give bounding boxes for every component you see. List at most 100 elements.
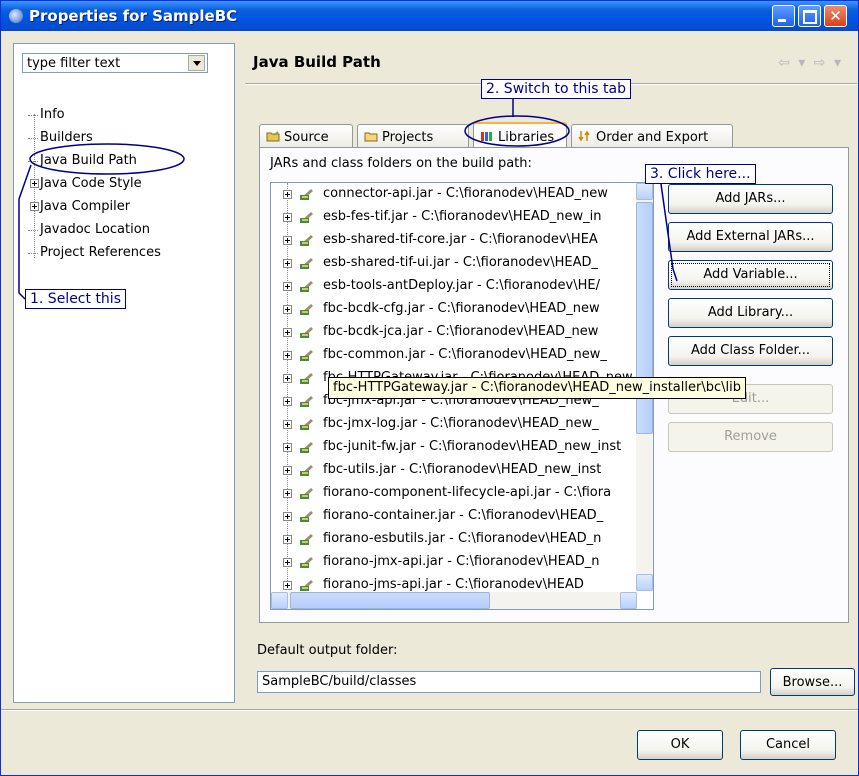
expand-icon[interactable]	[283, 397, 292, 406]
add-jars-button[interactable]: Add JARs...	[668, 184, 833, 214]
close-button[interactable]: ✕	[824, 5, 847, 27]
tab-order-and-export[interactable]: Order and Export	[571, 124, 733, 148]
add-library-button[interactable]: Add Library...	[668, 298, 833, 328]
jar-row[interactable]: connector-api.jar - C:\fioranodev\HEAD_n…	[271, 183, 641, 206]
expand-icon[interactable]	[283, 213, 292, 222]
jar-icon	[300, 442, 313, 453]
expand-icon[interactable]	[283, 443, 292, 452]
jar-icon	[300, 235, 313, 246]
property-page-tree: type filter text Info Builders Java Buil…	[13, 43, 235, 703]
output-folder-field[interactable]: SampleBC/build/classes	[257, 671, 761, 693]
jar-label: fiorano-component-lifecycle-api.jar - C:…	[323, 485, 612, 500]
jar-row[interactable]: fiorano-container.jar - C:\fioranodev\HE…	[271, 505, 641, 528]
jar-path-tooltip: fbc-HTTPGateway.jar - C:\fioranodev\HEAD…	[328, 377, 746, 399]
property-page: Java Build Path ⇦ ▾ ⇨ ▾ Source Projects …	[245, 43, 857, 703]
minimize-button[interactable]	[772, 5, 795, 27]
filter-input[interactable]: type filter text	[27, 56, 120, 71]
jar-row[interactable]: esb-shared-tif-ui.jar - C:\fioranodev\HE…	[271, 252, 641, 275]
jar-label: fbc-jmx-log.jar - C:\fioranodev\HEAD_new…	[323, 416, 599, 431]
expand-icon[interactable]	[283, 374, 292, 383]
expand-icon[interactable]	[283, 489, 292, 498]
jar-label: fbc-utils.jar - C:\fioranodev\HEAD_new_i…	[323, 462, 602, 477]
dropdown-arrow-icon[interactable]	[188, 55, 205, 71]
jar-icon	[300, 419, 313, 430]
jar-label: fiorano-container.jar - C:\fioranodev\HE…	[323, 508, 604, 523]
expand-icon[interactable]	[283, 236, 292, 245]
jar-row[interactable]: fbc-junit-fw.jar - C:\fioranodev\HEAD_ne…	[271, 436, 641, 459]
jar-label: esb-fes-tif.jar - C:\fioranodev\HEAD_new…	[323, 209, 602, 224]
hscroll-thumb[interactable]	[290, 592, 490, 609]
expand-icon[interactable]	[283, 558, 292, 567]
tab-source[interactable]: Source	[259, 124, 353, 148]
maximize-button[interactable]	[798, 5, 821, 27]
jar-row[interactable]: fiorano-jmx-api.jar - C:\fioranodev\HEAD…	[271, 551, 641, 574]
add-external-jars-button[interactable]: Add External JARs...	[668, 222, 833, 252]
horizontal-scrollbar[interactable]	[271, 592, 637, 609]
expand-icon[interactable]	[283, 466, 292, 475]
jar-row[interactable]: esb-tools-antDeploy.jar - C:\fioranodev\…	[271, 275, 641, 298]
jar-row[interactable]: fbc-common.jar - C:\fioranodev\HEAD_new_	[271, 344, 641, 367]
jar-icon	[300, 189, 313, 200]
nav-arrows-icon[interactable]: ⇦ ▾ ⇨ ▾	[778, 55, 843, 71]
expand-icon[interactable]	[283, 259, 292, 268]
jar-label: esb-shared-tif-ui.jar - C:\fioranodev\HE…	[323, 255, 599, 270]
remove-button[interactable]: Remove	[668, 422, 833, 452]
source-folder-icon	[266, 131, 280, 142]
jar-row[interactable]: fiorano-esbutils.jar - C:\fioranodev\HEA…	[271, 528, 641, 551]
expand-icon[interactable]	[30, 202, 39, 211]
jar-icon	[300, 350, 313, 361]
expand-icon[interactable]	[283, 328, 292, 337]
libraries-label: JARs and class folders on the build path…	[270, 156, 532, 171]
jar-icon	[300, 327, 313, 338]
jar-icon	[300, 557, 313, 568]
projects-icon	[364, 132, 378, 142]
browse-button[interactable]: Browse...	[770, 668, 855, 696]
jar-row[interactable]: esb-fes-tif.jar - C:\fioranodev\HEAD_new…	[271, 206, 641, 229]
order-export-icon	[578, 130, 590, 142]
jar-label: connector-api.jar - C:\fioranodev\HEAD_n…	[323, 186, 608, 201]
expand-icon[interactable]	[283, 512, 292, 521]
scroll-down-icon[interactable]	[636, 574, 653, 591]
title-bar[interactable]: Properties for SampleBC ✕	[1, 1, 858, 31]
jar-icon	[300, 373, 313, 384]
libraries-icon	[481, 132, 492, 141]
jar-icon	[300, 281, 313, 292]
jar-row[interactable]: fbc-utils.jar - C:\fioranodev\HEAD_new_i…	[271, 459, 641, 482]
expand-icon[interactable]	[283, 535, 292, 544]
scroll-thumb[interactable]	[636, 202, 653, 434]
scroll-right-icon[interactable]	[620, 592, 637, 609]
jar-label: fiorano-esbutils.jar - C:\fioranodev\HEA…	[323, 531, 602, 546]
tab-projects[interactable]: Projects	[357, 124, 469, 148]
filter-combo[interactable]: type filter text	[22, 53, 208, 73]
expand-icon[interactable]	[30, 179, 39, 188]
jar-icon	[300, 534, 313, 545]
jar-label: esb-tools-antDeploy.jar - C:\fioranodev\…	[323, 278, 600, 293]
jar-row[interactable]: fbc-bcdk-jca.jar - C:\fioranodev\HEAD_ne…	[271, 321, 641, 344]
jar-icon	[300, 258, 313, 269]
jar-row[interactable]: esb-shared-tif-core.jar - C:\fioranodev\…	[271, 229, 641, 252]
scroll-left-icon[interactable]	[271, 592, 288, 609]
scroll-up-icon[interactable]	[636, 183, 653, 200]
add-variable-button[interactable]: Add Variable...	[668, 260, 833, 290]
jar-icon	[300, 212, 313, 223]
add-class-folder-button[interactable]: Add Class Folder...	[668, 336, 833, 366]
expand-icon[interactable]	[283, 581, 292, 590]
expand-icon[interactable]	[283, 305, 292, 314]
jar-label: fbc-bcdk-jca.jar - C:\fioranodev\HEAD_ne…	[323, 324, 599, 339]
jar-row[interactable]: fbc-bcdk-cfg.jar - C:\fioranodev\HEAD_ne…	[271, 298, 641, 321]
properties-dialog: Properties for SampleBC ✕ type filter te…	[0, 0, 859, 776]
jar-label: fbc-junit-fw.jar - C:\fioranodev\HEAD_ne…	[323, 439, 622, 454]
jar-row[interactable]: fiorano-component-lifecycle-api.jar - C:…	[271, 482, 641, 505]
expand-icon[interactable]	[283, 190, 292, 199]
jar-label: fiorano-jms-api.jar - C:\fioranodev\HEAD	[323, 577, 584, 592]
step3-callout: 3. Click here...	[645, 164, 756, 184]
expand-icon[interactable]	[283, 420, 292, 429]
page-title: Java Build Path	[253, 53, 381, 71]
expand-icon[interactable]	[283, 282, 292, 291]
ok-button[interactable]: OK	[637, 730, 723, 760]
tab-libraries[interactable]: Libraries	[473, 122, 567, 149]
jar-row[interactable]: fbc-jmx-log.jar - C:\fioranodev\HEAD_new…	[271, 413, 641, 436]
cancel-button[interactable]: Cancel	[740, 730, 836, 760]
expand-icon[interactable]	[283, 351, 292, 360]
jar-label: fiorano-jmx-api.jar - C:\fioranodev\HEAD…	[323, 554, 600, 569]
